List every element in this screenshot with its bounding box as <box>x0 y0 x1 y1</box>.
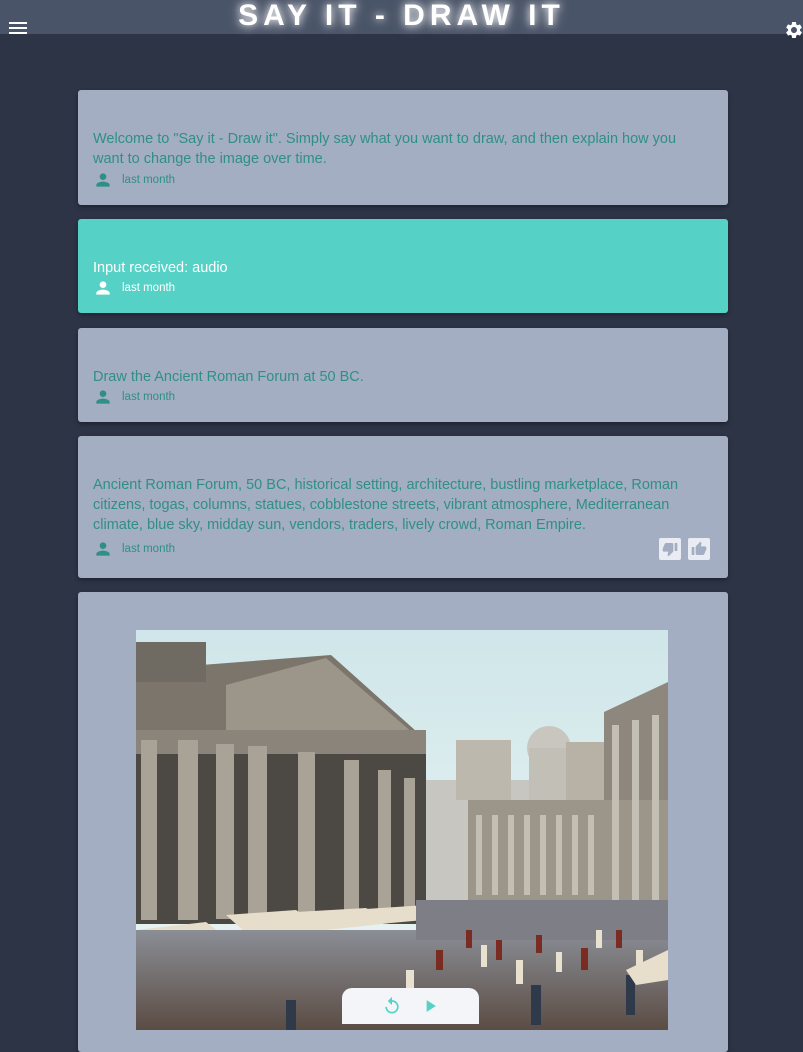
message-card-input-received: Input received: audio last month <box>78 219 728 313</box>
person-icon <box>96 390 110 404</box>
thumbs-up-button[interactable] <box>688 538 710 560</box>
thumbs-down-icon <box>662 543 678 557</box>
app-title: SAY IT - DRAW IT <box>238 0 565 32</box>
message-time: last month <box>122 174 176 186</box>
generated-image <box>136 630 668 1030</box>
generated-image-card <box>78 592 728 1052</box>
gear-icon[interactable] <box>784 20 803 40</box>
message-text: Draw the Ancient Roman Forum at 50 BC. <box>93 369 364 385</box>
message-card-welcome: Welcome to "Say it - Draw it". Simply sa… <box>78 90 728 205</box>
thumbs-down-button[interactable] <box>659 538 681 560</box>
message-text: Welcome to "Say it - Draw it". Simply sa… <box>93 131 677 167</box>
person-icon <box>96 281 110 295</box>
menu-icon[interactable] <box>9 22 27 36</box>
person-icon <box>96 542 110 556</box>
message-time: last month <box>122 282 176 294</box>
message-card-prompt: Ancient Roman Forum, 50 BC, historical s… <box>78 436 728 578</box>
thumbs-up-icon <box>691 541 707 555</box>
feedback-buttons <box>659 538 710 560</box>
replay-icon[interactable] <box>382 996 402 1016</box>
message-meta: last month <box>93 278 175 298</box>
playback-controls <box>342 988 479 1024</box>
play-icon[interactable] <box>420 996 440 1016</box>
message-time: last month <box>122 391 176 403</box>
message-text: Ancient Roman Forum, 50 BC, historical s… <box>93 477 679 533</box>
message-meta: last month <box>93 539 175 559</box>
message-text: Input received: audio <box>93 260 228 276</box>
message-card-user-request: Draw the Ancient Roman Forum at 50 BC. l… <box>78 328 728 422</box>
message-meta: last month <box>93 170 175 190</box>
message-meta: last month <box>93 387 175 407</box>
person-icon <box>96 173 110 187</box>
message-time: last month <box>122 543 176 555</box>
